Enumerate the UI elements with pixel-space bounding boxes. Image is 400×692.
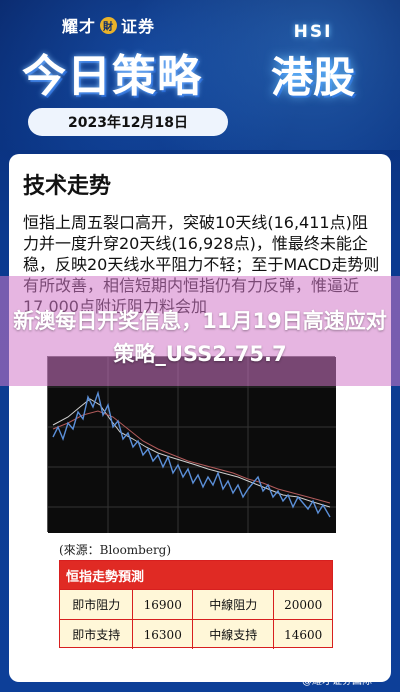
- brand-logo: 耀才 財 证券: [62, 13, 155, 37]
- footer-text: @耀才证券国际: [302, 676, 372, 687]
- table-title: 恒指走勢預測: [60, 561, 332, 589]
- hsi-label: HSI: [293, 22, 333, 42]
- hsi-title: 港股: [270, 53, 355, 102]
- row-label: 即市支持: [60, 620, 134, 649]
- section-heading: 技术走势: [23, 174, 112, 199]
- table-row: 即市支持 16300 中線支持 14600: [60, 619, 332, 649]
- page-title: 今日策略: [22, 51, 202, 102]
- row-label: 中線支持: [193, 620, 275, 649]
- row-value: 16300: [133, 620, 194, 649]
- row-value: 16900: [133, 590, 194, 619]
- footer-watermark: @耀才证券国际: [302, 672, 372, 687]
- brand-text-right: 证券: [121, 17, 156, 36]
- row-label: 中線阻力: [193, 590, 275, 619]
- forecast-table: 恒指走勢預測 即市阻力 16900 中線阻力 20000 即市支持 16300 …: [59, 560, 333, 649]
- row-value: 20000: [284, 597, 323, 612]
- table-row: 即市阻力 16900 中線阻力 20000: [60, 589, 332, 619]
- promo-overlay-text[interactable]: 新澳每日开奖信息，11月19日高速应对策略_USS2.75.7: [10, 305, 390, 371]
- chart-source: (來源：Bloomberg): [59, 543, 172, 557]
- hsi-badge: HSI 港股: [258, 22, 368, 122]
- row-label: 即市阻力: [60, 590, 134, 619]
- brand-mark-icon: 財: [100, 16, 118, 34]
- row-value: 14600: [284, 627, 323, 642]
- date-pill: 2023年12月18日: [28, 108, 228, 136]
- brand-text-left: 耀才: [62, 17, 97, 36]
